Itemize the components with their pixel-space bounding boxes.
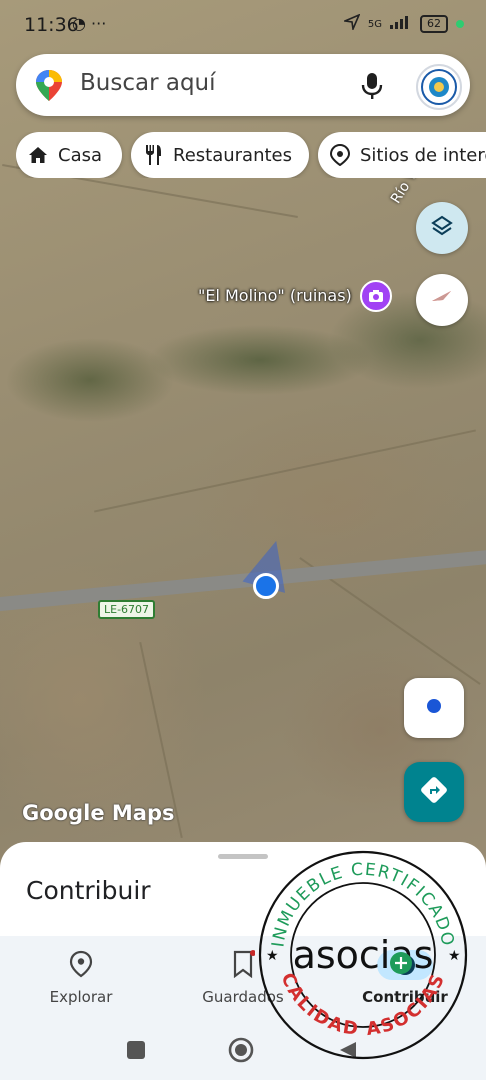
search-input[interactable]: Buscar aquí [80,70,216,96]
account-avatar[interactable] [416,64,462,110]
compass-icon [429,285,455,315]
layers-button[interactable] [416,202,468,254]
status-bar: 11:36 ◔ ··· 5G 62 [0,0,486,48]
layers-icon [430,214,454,242]
signal-icon [390,15,412,33]
battery-indicator: 62 [420,15,448,33]
current-location-dot [253,573,279,599]
microphone-icon[interactable] [360,72,384,104]
google-maps-logo: Google Maps [22,801,175,825]
camera-pin-icon [330,144,350,166]
road-label: LE-6707 [98,600,156,619]
stamp-brand: asocias [293,933,434,977]
chip-label: Sitios de interé [360,144,486,166]
directions-button[interactable] [404,762,464,822]
status-time: 11:36 [24,14,79,36]
compass-button[interactable] [416,274,468,326]
directions-icon [419,775,449,809]
home-icon [28,145,48,165]
sheet-title: Contribuir [26,876,151,905]
certification-stamp-watermark: INMUEBLE CERTIFICADO CALIDAD ASOCIAS ★ ★… [258,850,468,1060]
notification-icons: ◔ ··· [72,14,107,33]
chip-label: Restaurantes [173,144,292,166]
chip-casa[interactable]: Casa [16,132,122,178]
field-boundary [94,429,476,513]
poi-label[interactable]: "El Molino" (ruinas) [198,286,352,305]
chip-sitios-de-interes[interactable]: Sitios de interé [318,132,486,178]
camera-pin-icon[interactable] [360,280,392,312]
category-chips: Casa Restaurantes Sitios de interé [16,132,486,178]
nav-explorar[interactable]: Explorar [0,936,162,1020]
chip-restaurantes[interactable]: Restaurantes [131,132,309,178]
svg-text:★: ★ [266,948,279,964]
stamp-bottom-text: CALIDAD ASOCIAS [276,970,447,1040]
google-maps-pin-icon [34,68,64,106]
home-button-icon[interactable] [228,1037,254,1067]
recent-apps-icon[interactable] [126,1040,146,1064]
search-bar[interactable]: Buscar aquí [16,54,470,116]
status-right: 5G 62 [341,13,464,34]
svg-text:CALIDAD ASOCIAS: CALIDAD ASOCIAS [276,970,449,1040]
my-location-button[interactable] [404,678,464,738]
network-label: 5G [367,18,382,30]
restaurant-icon [143,144,163,166]
navigation-arrow-icon [341,13,361,34]
charging-dot-icon [456,20,464,28]
svg-text:★: ★ [448,948,461,964]
nav-label: Explorar [49,988,113,1006]
my-location-icon [425,697,443,719]
location-pin-icon [0,950,162,978]
chip-label: Casa [58,144,103,166]
